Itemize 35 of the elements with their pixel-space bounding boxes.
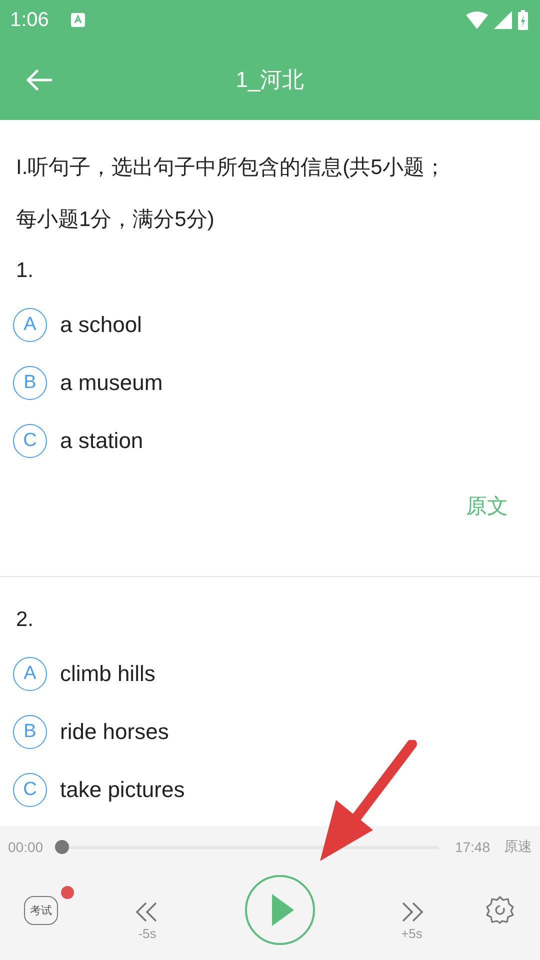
rewind-label: -5s <box>138 926 156 940</box>
option-text[interactable]: climb hills <box>60 661 156 687</box>
option-text[interactable]: ride horses <box>60 719 169 745</box>
option-letter[interactable]: A <box>13 308 47 342</box>
forward-icon[interactable] <box>400 902 424 922</box>
option-text[interactable]: a school <box>60 312 142 338</box>
speed-button[interactable]: 原速 <box>504 838 532 856</box>
status-time: 1:06 <box>10 8 49 32</box>
play-button[interactable] <box>244 875 314 945</box>
option-letter[interactable]: C <box>13 773 47 807</box>
progress-thumb[interactable] <box>55 840 70 854</box>
option-text[interactable]: a station <box>60 428 144 454</box>
battery-icon <box>518 10 528 30</box>
option-letter[interactable]: B <box>13 366 47 400</box>
option-text[interactable]: take pictures <box>60 777 185 803</box>
source-text-link[interactable]: 原文 <box>466 492 508 520</box>
forward-label: +5s <box>401 926 422 940</box>
option-letter[interactable]: A <box>13 657 47 691</box>
option-letter[interactable]: C <box>13 424 47 458</box>
play-icon <box>272 894 294 926</box>
back-icon[interactable] <box>26 69 52 91</box>
option-letter[interactable]: B <box>13 715 47 749</box>
section-instruction: I.听句子，选出句子中所包含的信息(共5小题；每小题1分，满分5分) <box>15 155 446 233</box>
keyboard-icon <box>70 13 85 27</box>
option-text[interactable]: a museum <box>60 370 163 396</box>
page-title: 1_河北 <box>236 66 304 94</box>
exam-button[interactable]: 考试 <box>24 896 58 924</box>
wifi-icon <box>466 11 488 29</box>
settings-icon[interactable] <box>485 895 515 925</box>
elapsed-time: 00:00 <box>8 839 44 855</box>
total-time: 17:48 <box>454 839 490 855</box>
signal-icon <box>494 11 512 29</box>
question-number: 2. <box>15 607 35 633</box>
question-number: 1. <box>15 258 35 284</box>
rewind-icon[interactable] <box>135 902 160 922</box>
